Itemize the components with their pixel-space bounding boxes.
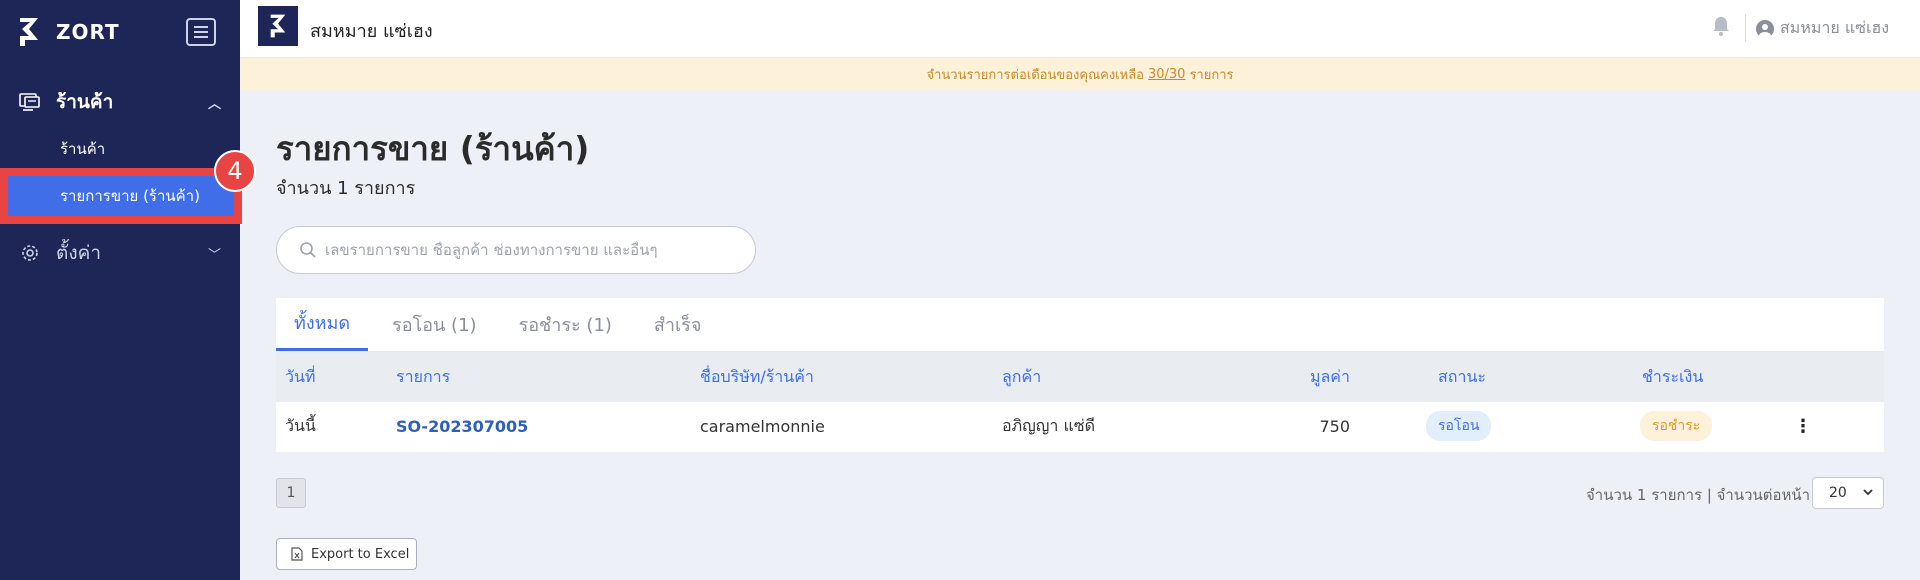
page-count: จำนวน 1 รายการ	[276, 178, 416, 199]
sidebar: ZORT ร้านค้า ︿ ร้านค้า รายการขาย (ร้านค้…	[0, 0, 256, 580]
search-input[interactable]	[325, 241, 725, 259]
more-options-icon[interactable]: ⋮	[1794, 416, 1812, 437]
highlight-frame: รายการขาย (ร้านค้า)	[0, 168, 242, 224]
nav-store-label: ร้านค้า	[56, 91, 114, 113]
sidebar-item-sales-label: รายการขาย (ร้านค้า)	[60, 187, 200, 205]
notice-prefix: จำนวนรายการต่อเดือนของคุณคงเหลือ	[926, 67, 1144, 83]
tab-awaiting-transfer[interactable]: รอโอน (1)	[374, 297, 494, 351]
brand: ZORT	[0, 0, 240, 64]
chevron-up-icon: ︿	[208, 96, 222, 112]
row-date: วันนี้	[285, 415, 316, 435]
topbar: สมหมาย แซ่เฮง สมหมาย แซ่เฮง	[240, 0, 1920, 58]
orders-card: ทั้งหมด รอโอน (1) รอชำระ (1) สำเร็จ วันท…	[276, 298, 1884, 452]
chevron-down-icon	[1861, 485, 1875, 499]
page-title: รายการขาย (ร้านค้า)	[276, 129, 590, 168]
tab-completed[interactable]: สำเร็จ	[636, 297, 719, 351]
bell-icon[interactable]	[1712, 16, 1732, 38]
payment-badge: รอชำระ	[1640, 411, 1713, 441]
menu-toggle-icon[interactable]	[186, 18, 216, 46]
user-name: สมหมาย แซ่เฮง	[1780, 18, 1890, 37]
notice-quota: 30/30	[1147, 66, 1186, 82]
chevron-down-icon: ﹀	[208, 247, 222, 263]
export-label: Export to Excel	[311, 546, 410, 562]
topbar-divider	[1745, 14, 1746, 42]
search-icon	[299, 241, 317, 259]
excel-file-icon	[291, 547, 303, 561]
row-order-link[interactable]: SO-202307005	[396, 417, 528, 436]
zort-logo-icon	[16, 16, 42, 48]
col-customer[interactable]: ลูกค้า	[1002, 365, 1041, 390]
sidebar-item-sales[interactable]: รายการขาย (ร้านค้า)	[8, 176, 234, 216]
user-menu[interactable]: สมหมาย แซ่เฮง	[1756, 16, 1889, 41]
status-badge: รอโอน	[1426, 411, 1492, 441]
row-customer: อภิญญา แซ่ดี	[1002, 415, 1096, 435]
col-payment[interactable]: ชำระเงิน	[1642, 365, 1703, 390]
per-page-value: 20	[1829, 485, 1847, 501]
page-1-button[interactable]: 1	[276, 478, 306, 508]
pagination-summary: จำนวน 1 รายการ | จำนวนต่อหน้า	[1586, 486, 1811, 504]
nav-store[interactable]: ร้านค้า ︿	[0, 84, 240, 120]
user-icon	[1756, 19, 1774, 38]
row-value: 750	[1319, 416, 1350, 436]
tab-awaiting-payment[interactable]: รอชำระ (1)	[501, 297, 630, 351]
brand-name: ZORT	[56, 20, 120, 44]
col-status[interactable]: สถานะ	[1438, 365, 1486, 390]
tab-bar: ทั้งหมด รอโอน (1) รอชำระ (1) สำเร็จ	[276, 298, 1884, 352]
export-excel-button[interactable]: Export to Excel	[276, 538, 417, 570]
shop-logo-icon	[258, 6, 298, 46]
col-order[interactable]: รายการ	[396, 365, 450, 390]
row-shop: caramelmonnie	[700, 416, 825, 436]
step-badge: 4	[214, 150, 256, 192]
table-row[interactable]: วันนี้ SO-202307005 caramelmonnie อภิญญา…	[276, 402, 1884, 450]
table-header: วันที่ รายการ ชื่อบริษัท/ร้านค้า ลูกค้า …	[276, 352, 1884, 402]
col-value[interactable]: มูลค่า	[1276, 365, 1350, 390]
shop-name: สมหมาย แซ่เฮง	[310, 21, 433, 42]
col-shop[interactable]: ชื่อบริษัท/ร้านค้า	[700, 365, 814, 390]
nav-settings-label: ตั้งค่า	[56, 242, 101, 264]
store-icon	[18, 90, 42, 114]
sidebar-item-store[interactable]: ร้านค้า	[0, 136, 240, 162]
search-box[interactable]	[276, 226, 756, 274]
sidebar-item-store-label: ร้านค้า	[60, 140, 106, 158]
notice-suffix: รายการ	[1189, 67, 1234, 83]
per-page-select[interactable]: 20	[1812, 477, 1884, 509]
col-date[interactable]: วันที่	[285, 365, 315, 390]
tab-all[interactable]: ทั้งหมด	[276, 297, 369, 351]
quota-notice: จำนวนรายการต่อเดือนของคุณคงเหลือ 30/30 ร…	[240, 58, 1920, 90]
nav-settings[interactable]: ตั้งค่า ﹀	[0, 235, 240, 271]
gear-icon	[18, 241, 42, 265]
